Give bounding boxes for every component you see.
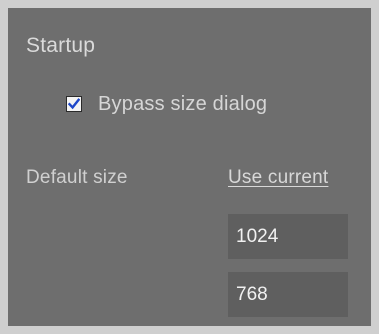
- check-icon: [68, 98, 80, 110]
- default-width-input[interactable]: [228, 214, 348, 259]
- use-current-link[interactable]: Use current: [228, 167, 328, 189]
- default-size-label: Default size: [26, 167, 128, 188]
- bypass-size-dialog-checkbox[interactable]: [66, 96, 82, 112]
- bypass-size-dialog-label[interactable]: Bypass size dialog: [98, 93, 267, 116]
- default-height-input[interactable]: [228, 272, 348, 317]
- section-title-startup: Startup: [26, 34, 96, 57]
- bypass-size-dialog-row[interactable]: Bypass size dialog: [66, 90, 267, 118]
